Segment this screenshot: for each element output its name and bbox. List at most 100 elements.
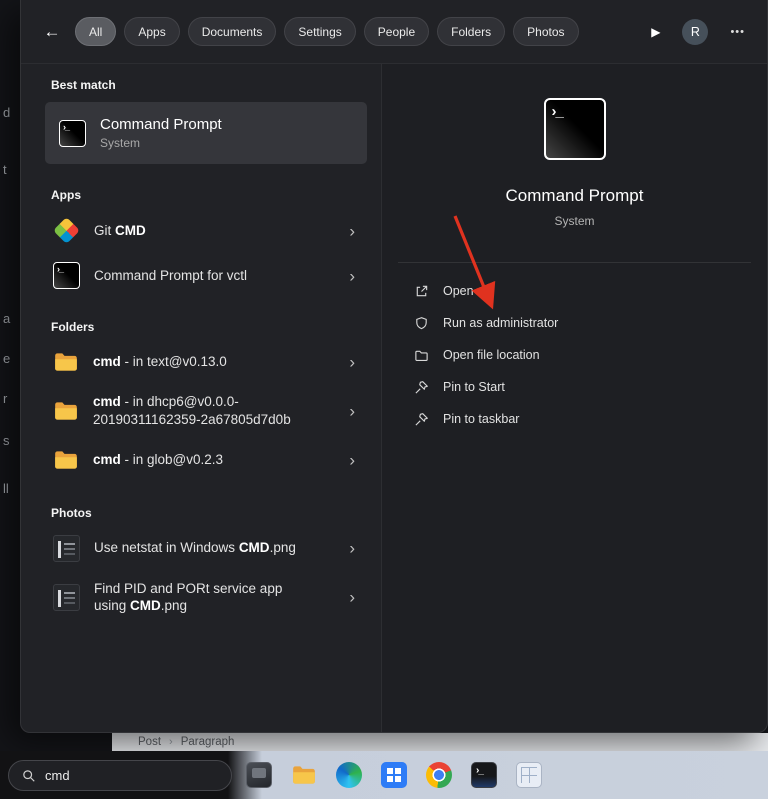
section-label-apps: Apps <box>51 188 367 202</box>
best-match-text: Command Prompt System <box>100 116 222 150</box>
account-avatar[interactable]: R <box>682 19 708 45</box>
start-search-flyout: ← All Apps Documents Settings People Fol… <box>20 0 768 733</box>
background-text-fragment: d <box>3 105 10 120</box>
section-folders: Folders cmd - in text@v0.13.0 › cmd - in… <box>45 320 367 482</box>
background-text-fragment: ll <box>3 481 9 496</box>
result-subtitle: System <box>100 136 222 150</box>
more-options-icon[interactable]: ••• <box>730 26 745 38</box>
best-match-result[interactable]: Command Prompt System <box>45 102 367 164</box>
command-prompt-icon <box>53 262 80 289</box>
chevron-right-icon[interactable]: › <box>349 267 355 284</box>
result-row-folder-glob[interactable]: cmd - in glob@v0.2.3 › <box>45 438 367 482</box>
chevron-right-icon[interactable]: › <box>349 354 355 371</box>
open-file-location-icon <box>414 348 429 363</box>
result-row-command-prompt-vctl[interactable]: Command Prompt for vctl › <box>45 253 367 298</box>
pin-to-taskbar-icon <box>414 412 429 427</box>
taskbar-search-box[interactable] <box>8 760 232 791</box>
play-icon[interactable]: ▶ <box>651 25 660 39</box>
filter-pill-folders[interactable]: Folders <box>437 17 505 46</box>
background-text-fragment: t <box>3 162 7 177</box>
breadcrumb-item-paragraph: Paragraph <box>181 736 235 748</box>
result-label: Find PID and PORt service app using CMD.… <box>94 580 316 616</box>
taskbar <box>0 751 768 799</box>
filter-pill-all[interactable]: All <box>75 17 116 46</box>
section-label-photos: Photos <box>51 506 367 520</box>
taskbar-icons <box>246 751 542 799</box>
section-apps: Apps Git CMD › Command Prompt for vctl › <box>45 188 367 298</box>
section-label-best-match: Best match <box>51 78 367 92</box>
background-text-fragment: s <box>3 433 10 448</box>
action-open-file-location[interactable]: Open file location <box>398 339 751 371</box>
action-pin-to-taskbar[interactable]: Pin to taskbar <box>398 403 751 435</box>
filter-pill-documents[interactable]: Documents <box>188 17 277 46</box>
command-prompt-icon-large <box>544 98 606 160</box>
section-photos: Photos Use netstat in Windows CMD.png › … <box>45 506 367 625</box>
breadcrumb-item-post: Post <box>138 736 161 748</box>
taskbar-app-icon-chrome[interactable] <box>426 762 452 788</box>
result-label: Command Prompt for vctl <box>94 267 247 285</box>
result-label: Use netstat in Windows CMD.png <box>94 539 296 557</box>
taskbar-app-icon-terminal[interactable] <box>471 762 497 788</box>
results-column: Best match Command Prompt System Apps Gi… <box>21 64 381 732</box>
run-as-admin-icon <box>414 316 429 331</box>
search-results-body: Best match Command Prompt System Apps Gi… <box>21 64 767 732</box>
photo-thumbnail <box>53 584 80 611</box>
result-label: Git CMD <box>94 222 146 240</box>
action-label: Open <box>443 284 474 298</box>
folder-icon <box>53 447 79 473</box>
result-row-folder-text[interactable]: cmd - in text@v0.13.0 › <box>45 340 367 384</box>
filter-pill-photos[interactable]: Photos <box>513 17 578 46</box>
preview-subtitle: System <box>554 214 594 228</box>
command-prompt-icon <box>59 120 86 147</box>
section-label-folders: Folders <box>51 320 367 334</box>
action-open[interactable]: Open <box>398 275 751 307</box>
search-input[interactable] <box>45 768 195 783</box>
preview-title: Command Prompt <box>506 186 644 206</box>
chevron-right-icon[interactable]: › <box>349 540 355 557</box>
action-label: Open file location <box>443 348 540 362</box>
action-label: Pin to Start <box>443 380 505 394</box>
action-list: Open Run as administrator Open file loca… <box>382 275 767 435</box>
pin-to-start-icon <box>414 380 429 395</box>
action-label: Pin to taskbar <box>443 412 519 426</box>
background-text-fragment: r <box>3 391 7 406</box>
result-title: Command Prompt <box>100 116 222 133</box>
chevron-right-icon[interactable]: › <box>349 222 355 239</box>
result-row-folder-dhcp6[interactable]: cmd - in dhcp6@v0.0.0-20190311162359-2a6… <box>45 384 367 438</box>
chevron-right-icon[interactable]: › <box>349 402 355 419</box>
result-label: cmd - in text@v0.13.0 <box>93 353 227 371</box>
taskbar-app-icon-store[interactable] <box>381 762 407 788</box>
result-row-photo-netstat[interactable]: Use netstat in Windows CMD.png › <box>45 526 367 571</box>
search-icon <box>22 769 36 783</box>
screen: d t a e r s ll Post › Paragraph ← All Ap… <box>0 0 768 799</box>
background-text-fragment: e <box>3 351 10 366</box>
photo-thumbnail <box>53 535 80 562</box>
folder-icon <box>53 398 79 424</box>
action-label: Run as administrator <box>443 316 558 330</box>
chevron-right-icon[interactable]: › <box>349 589 355 606</box>
taskbar-app-icon-folder[interactable] <box>291 762 317 788</box>
back-button[interactable]: ← <box>35 17 69 47</box>
breadcrumb-separator-icon: › <box>169 736 173 748</box>
background-app-strip: Post › Paragraph <box>112 733 768 751</box>
result-row-photo-pid-port[interactable]: Find PID and PORt service app using CMD.… <box>45 571 367 625</box>
taskbar-app-icon-calculator[interactable] <box>516 762 542 788</box>
taskbar-app-icon-window[interactable] <box>246 762 272 788</box>
action-pin-to-start[interactable]: Pin to Start <box>398 371 751 403</box>
open-icon <box>414 284 429 299</box>
chevron-right-icon[interactable]: › <box>349 451 355 468</box>
filter-pill-settings[interactable]: Settings <box>284 17 355 46</box>
background-text-fragment: a <box>3 311 10 326</box>
filter-pills: All Apps Documents Settings People Folde… <box>75 17 579 46</box>
filter-pill-apps[interactable]: Apps <box>124 17 179 46</box>
action-run-as-administrator[interactable]: Run as administrator <box>398 307 751 339</box>
git-icon <box>53 217 80 244</box>
filter-pill-people[interactable]: People <box>364 17 429 46</box>
header-right-controls: ▶ R ••• <box>651 19 753 45</box>
folder-icon <box>53 349 79 375</box>
taskbar-app-icon-edge[interactable] <box>336 762 362 788</box>
result-row-git-cmd[interactable]: Git CMD › <box>45 208 367 253</box>
preview-divider <box>398 262 751 263</box>
result-label: cmd - in dhcp6@v0.0.0-20190311162359-2a6… <box>93 393 315 429</box>
preview-pane: Command Prompt System Open Run as admini… <box>381 64 767 732</box>
